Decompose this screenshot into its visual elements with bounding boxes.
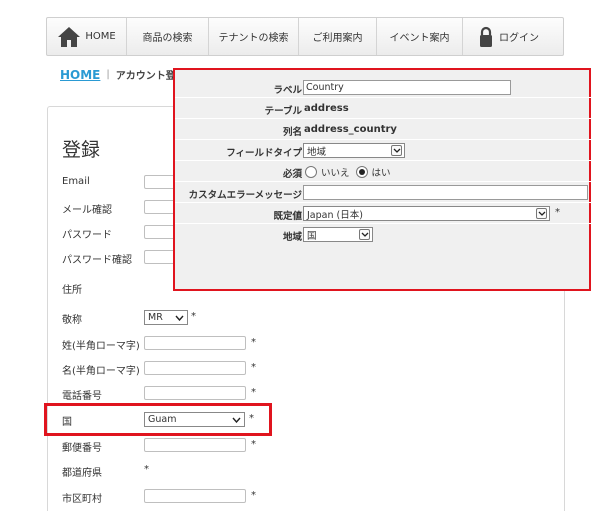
prop-field-type-value: 地域 [307, 146, 327, 158]
password-label: パスワード [62, 230, 112, 241]
breadcrumb-home-link[interactable]: HOME [60, 68, 100, 82]
prop-column-label: 列名 [282, 127, 302, 138]
country-highlight-box [44, 403, 272, 436]
prop-default-select[interactable]: Japan (日本) [303, 206, 550, 221]
city-required-mark: * [251, 490, 256, 501]
last-name-required-mark: * [251, 337, 256, 348]
prefecture-required-mark: * [144, 464, 149, 475]
prop-field-type-select[interactable]: 地域 [303, 143, 405, 158]
breadcrumb: HOME | アカウント登録 [60, 67, 186, 83]
prop-row-required: 必須 いいえ はい [175, 162, 591, 182]
prop-row-column: 列名 address_country [175, 120, 591, 140]
postal-label: 郵便番号 [62, 443, 102, 454]
password-confirm-label: パスワード確認 [62, 255, 132, 266]
prop-required-radios: いいえ はい [305, 165, 391, 179]
prop-custom-error-label: カスタムエラーメッセージ [188, 190, 302, 201]
house-icon [57, 26, 81, 48]
nav-home-label: HOME [85, 31, 116, 42]
prop-region-label: 地域 [282, 232, 302, 243]
prop-default-required-mark: * [555, 207, 560, 218]
email-confirm-label: メール確認 [62, 205, 112, 216]
field-properties-panel: ラベル Country テーブル address 列名 address_coun… [173, 68, 591, 291]
breadcrumb-separator: | [106, 69, 110, 80]
phone-label: 電話番号 [62, 391, 102, 402]
phone-field[interactable] [144, 386, 246, 400]
prop-row-label: ラベル Country [175, 78, 591, 98]
prop-column-value: address_country [304, 124, 397, 135]
prop-label-input[interactable]: Country [303, 80, 511, 95]
prop-region-select[interactable]: 国 [303, 227, 373, 242]
radio-required-no-label: いいえ [321, 168, 350, 179]
address-label: 住所 [62, 285, 82, 296]
prop-default-value: Japan (日本) [307, 209, 363, 221]
last-name-field[interactable] [144, 336, 246, 350]
radio-required-yes[interactable] [355, 166, 368, 178]
prop-required-label: 必須 [282, 169, 302, 180]
prefecture-label: 都道府県 [62, 468, 102, 479]
nav-login[interactable]: ログイン [463, 18, 555, 55]
postal-required-mark: * [251, 439, 256, 450]
radio-required-yes-label: はい [371, 168, 391, 179]
prop-region-value: 国 [307, 230, 317, 242]
chevron-down-icon [359, 229, 370, 240]
chevron-down-icon [391, 145, 402, 156]
honorific-select-value: MR [148, 312, 163, 323]
first-name-label: 名(半角ローマ字) [62, 366, 140, 377]
prop-row-region: 地域 国 [175, 225, 591, 245]
nav-login-label: ログイン [499, 33, 539, 44]
radio-required-no[interactable] [305, 166, 317, 178]
nav-usage-guide[interactable]: ご利用案内 [299, 18, 377, 55]
city-field[interactable] [144, 489, 246, 503]
prop-row-default: 既定値 Japan (日本) * [175, 204, 591, 224]
nav-event-guide[interactable]: イベント案内 [377, 18, 463, 55]
nav-home[interactable]: HOME [47, 18, 127, 55]
prop-field-type-label: フィールドタイプ [226, 148, 302, 159]
prop-row-table: テーブル address [175, 99, 591, 119]
page-title: 登録 [62, 139, 101, 161]
postal-field[interactable] [144, 438, 246, 452]
prop-table-value: address [304, 103, 349, 114]
honorific-required-mark: * [191, 311, 196, 322]
email-label: Email [62, 176, 90, 187]
last-name-label: 姓(半角ローマ字) [62, 341, 140, 352]
prop-row-field-type: フィールドタイプ 地域 [175, 141, 591, 161]
honorific-label: 敬称 [62, 315, 82, 326]
first-name-required-mark: * [251, 362, 256, 373]
prop-default-label: 既定値 [273, 211, 302, 222]
honorific-select[interactable]: MR [144, 310, 188, 325]
phone-required-mark: * [251, 387, 256, 398]
chevron-down-icon [174, 312, 185, 323]
nav-product-search[interactable]: 商品の検索 [127, 18, 209, 55]
nav-tenant-search[interactable]: テナントの検索 [209, 18, 299, 55]
top-nav: HOME 商品の検索 テナントの検索 ご利用案内 イベント案内 ログイン [46, 17, 564, 56]
prop-label-label: ラベル [273, 85, 302, 96]
prop-row-custom-error: カスタムエラーメッセージ [175, 183, 591, 203]
first-name-field[interactable] [144, 361, 246, 375]
city-label: 市区町村 [62, 494, 102, 505]
lock-icon [479, 26, 493, 48]
chevron-down-icon [536, 208, 547, 219]
prop-table-label: テーブル [264, 106, 302, 117]
prop-custom-error-input[interactable] [303, 185, 588, 200]
